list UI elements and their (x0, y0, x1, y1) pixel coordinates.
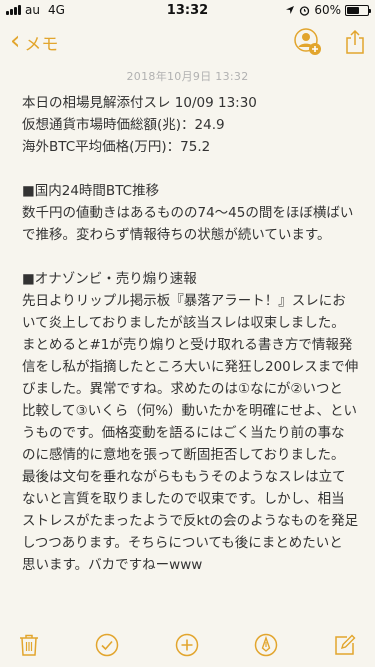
note-line: 思います。バカですねーwww (22, 557, 203, 573)
back-label: メモ (24, 34, 59, 55)
note-line: 比較して③いくら（何%）動いたかを明確にせよ、とい (22, 403, 358, 419)
share-icon (346, 29, 364, 54)
markup-icon (254, 633, 277, 657)
note-line: びました。異常ですね。求めたのは①なにが②いつと (22, 381, 343, 397)
carrier: au (25, 3, 40, 17)
note-timestamp: 2018年10月9日 13:32 (126, 70, 249, 83)
alarm-icon (300, 5, 310, 16)
note-section-heading: ■国内24時間BTC推移 (22, 183, 160, 199)
status-left: au 4G (6, 3, 65, 17)
checklist-button[interactable] (95, 633, 119, 657)
note-line: のに感情的に意地を張って断固拒否しておりました。 (22, 447, 345, 463)
add-button[interactable] (175, 633, 199, 657)
note-line: 数千円の値動きはあるものの74〜45の間をほぼ横ばい (22, 205, 354, 221)
checklist-icon (96, 633, 119, 657)
note-line: 本日の相場見解添付スレ 10/09 13:30 (22, 95, 257, 111)
add-person-button[interactable] (293, 27, 323, 57)
note-line: ないと言質を取りましたので収束です。しかし、相当 (22, 491, 345, 507)
note-line: 先日よりリップル掲示板『暴落アラート！』スレにお (22, 293, 346, 309)
note-line: しつつあります。そちらについても後にまとめたいと (22, 535, 343, 551)
nav-actions (293, 27, 365, 57)
note-line: まとめると#1が売り煽りと受け取れる書き方で情報発 (22, 337, 353, 353)
battery-icon (345, 4, 371, 16)
signal-icon (6, 5, 21, 15)
note-line: いて炎上しておりましたが該当スレは収束しました。 (22, 315, 345, 331)
share-button[interactable] (345, 29, 365, 55)
note-section-heading: ■オナゾンビ・売り煽り速報 (22, 271, 197, 287)
note-line: で推移。変わらず情報待ちの状態が続いています。 (22, 227, 331, 243)
status-right: 60% (285, 3, 371, 17)
compose-button[interactable] (333, 633, 357, 657)
note-line: ストレスがたまったようで反ktの会のようなものを発足 (22, 513, 359, 529)
compose-icon (335, 634, 356, 655)
note-body[interactable]: 本日の相場見解添付スレ 10/09 13:30 仮想通貨市場時価総額(兆)：24.… (0, 92, 375, 576)
note-line: 信をし私が指摘したところ大いに発狂し200レスまで伸 (22, 359, 359, 375)
note-line (22, 246, 360, 268)
delete-button[interactable] (18, 633, 40, 657)
note-line: 仮想通貨市場時価総額(兆)：24.9 (22, 117, 225, 133)
add-icon (175, 633, 198, 657)
battery-percent: 60% (314, 3, 341, 17)
note-line: 海外BTC平均価格(万円)：75.2 (22, 139, 211, 155)
trash-icon (20, 634, 38, 656)
add-person-icon (294, 28, 321, 55)
network-type: 4G (47, 3, 65, 17)
markup-button[interactable] (254, 633, 278, 657)
navigation-bar: ‹ メモ (0, 20, 375, 64)
note-line: 最後は文句を垂れながらももうそのようなスレは立て (22, 469, 346, 485)
status-bar: au 4G 13:32 60% (0, 0, 375, 20)
note-line: うものです。価格変動を語るにはごく当たり前の事な (22, 425, 345, 441)
back-button[interactable]: ‹ メモ (10, 26, 59, 56)
chevron-left-icon: ‹ (10, 26, 21, 56)
bottom-toolbar (0, 623, 375, 667)
battery-level (347, 6, 359, 14)
note-line (22, 158, 360, 180)
location-icon (286, 6, 295, 14)
